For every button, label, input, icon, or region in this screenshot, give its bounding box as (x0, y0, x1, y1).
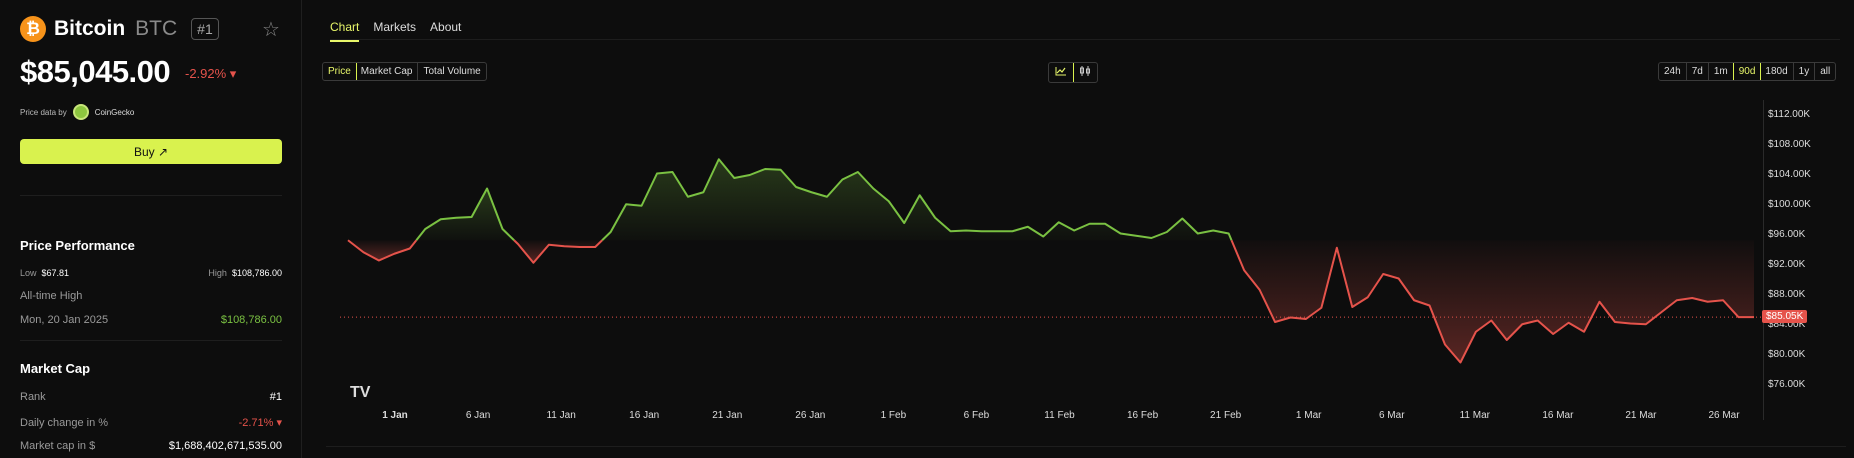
last-price-tag: $85.05K (1762, 310, 1808, 324)
total-volume-metric-button[interactable]: Total Volume (418, 63, 485, 80)
y-tick-label: $108.00K (1768, 139, 1811, 150)
price-change: -2.92% ▾ (185, 66, 237, 81)
range-1y-button[interactable]: 1y (1794, 63, 1816, 80)
high-label: High (208, 268, 227, 278)
x-tick-label: 11 Mar (1459, 410, 1491, 421)
high-value: $108,786.00 (231, 268, 282, 278)
source-name[interactable]: CoinGecko (95, 108, 135, 117)
app-root: ₿ Bitcoin BTC #1 ☆ $85,045.00 -2.92% ▾ P… (0, 0, 1854, 458)
ath-value: $108,786.00 (220, 314, 282, 326)
y-tick-label: $100.00K (1768, 199, 1811, 210)
price-down-area (514, 240, 603, 263)
price-chart[interactable] (340, 100, 1764, 420)
x-tick-label: 26 Jan (795, 410, 826, 421)
tab-underline (330, 39, 1840, 40)
y-tick-label: $104.00K (1768, 169, 1811, 180)
x-tick-label: 16 Jan (629, 410, 660, 421)
coin-header: ₿ Bitcoin BTC #1 (20, 16, 219, 42)
daily-change-value: -2.71% ▾ (238, 417, 282, 429)
market-cap-value: $1,688,402,671,535.00 (168, 440, 282, 452)
x-tick-label: 6 Feb (963, 410, 990, 421)
range-90d-button[interactable]: 90d (1732, 63, 1762, 80)
x-tick-label: 6 Jan (465, 410, 491, 421)
coin-name: Bitcoin (54, 17, 126, 40)
price-up-area (416, 188, 515, 241)
coingecko-logo-icon (72, 104, 89, 120)
rank-value: #1 (269, 391, 282, 403)
x-tick-label: 26 Mar (1708, 410, 1740, 421)
tradingview-logo-icon: TV (350, 384, 371, 401)
price-chart-svg (340, 100, 1764, 420)
chart-type-selector (1048, 62, 1098, 83)
rank-label: Rank (20, 391, 46, 403)
price-source: Price data by CoinGecko (20, 104, 134, 120)
x-tick-label: 6 Mar (1378, 410, 1405, 421)
divider (326, 446, 1846, 447)
ath-date: Mon, 20 Jan 2025 (20, 314, 109, 326)
ath-row: Mon, 20 Jan 2025 $108,786.00 (20, 314, 282, 326)
x-tick-label: 1 Mar (1295, 410, 1322, 421)
time-range-selector: 24h 7d 1m 90d 180d 1y all (1658, 62, 1837, 81)
range-180d-button[interactable]: 180d (1760, 63, 1794, 80)
y-tick-label: $80.00K (1768, 349, 1806, 360)
market-cap-metric-button[interactable]: Market Cap (356, 63, 419, 80)
coin-sidebar: ₿ Bitcoin BTC #1 ☆ $85,045.00 -2.92% ▾ P… (0, 0, 302, 458)
current-price: $85,045.00 (20, 54, 171, 89)
divider (20, 340, 282, 341)
bitcoin-logo-icon: ₿ (20, 16, 46, 42)
favorite-star-icon[interactable]: ☆ (262, 17, 280, 42)
y-tick-label: $92.00K (1768, 259, 1806, 270)
y-tick-label: $96.00K (1768, 229, 1806, 240)
candlestick-chart-icon[interactable] (1073, 63, 1097, 82)
rank-badge: #1 (191, 18, 219, 40)
x-tick-label: 11 Feb (1044, 410, 1075, 421)
y-axis: $112.00K $108.00K $104.00K $100.00K $96.00K $… (1762, 100, 1848, 420)
buy-button[interactable]: Buy ↗ (20, 139, 282, 164)
market-cap-label: Market cap in $ (20, 440, 96, 452)
x-tick-label: 1 Jan (382, 410, 408, 421)
price-performance-title: Price Performance (20, 238, 135, 253)
y-tick-label: $76.00K (1768, 379, 1806, 390)
metric-selector: Price Market Cap Total Volume (322, 62, 487, 81)
x-tick-label: 1 Feb (880, 410, 907, 421)
price-metric-button[interactable]: Price (322, 63, 357, 80)
daily-change-label: Daily change in % (20, 416, 109, 429)
x-tick-label: 16 Feb (1126, 410, 1159, 421)
ath-label: All-time High (20, 290, 83, 302)
coin-symbol: BTC (135, 17, 178, 40)
low-high-row: Low $67.81 High $108,786.00 (20, 268, 282, 278)
range-1m-button[interactable]: 1m (1709, 63, 1734, 80)
x-tick-label: 11 Jan (546, 410, 576, 421)
y-tick-label: $112.00K (1768, 109, 1811, 120)
line-chart-icon[interactable] (1049, 63, 1074, 82)
price-data-label: Price data by (20, 107, 67, 117)
range-24h-button[interactable]: 24h (1659, 63, 1687, 80)
x-tick-label: 21 Mar (1625, 410, 1657, 421)
market-cap-title: Market Cap (20, 361, 91, 376)
range-all-button[interactable]: all (1815, 63, 1835, 80)
x-tick-label: 16 Mar (1542, 410, 1574, 421)
y-tick-label: $88.00K (1768, 289, 1806, 300)
low-value: $67.81 (41, 268, 70, 278)
rank-row: Rank #1 (20, 391, 282, 403)
market-cap-row: Market cap in $ $1,688,402,671,535.00 (20, 440, 282, 452)
ath-label-row: All-time High (20, 290, 282, 302)
divider (20, 195, 282, 196)
low-label: Low (20, 268, 37, 278)
x-tick-label: 21 Feb (1210, 410, 1242, 421)
daily-change-row: Daily change in % -2.71% ▾ (20, 416, 282, 430)
range-7d-button[interactable]: 7d (1687, 63, 1709, 80)
x-tick-label: 21 Jan (712, 410, 743, 421)
x-axis: 1 Jan 6 Jan 11 Jan 16 Jan 21 Jan 26 Jan 1 Feb 6… (340, 410, 1764, 430)
